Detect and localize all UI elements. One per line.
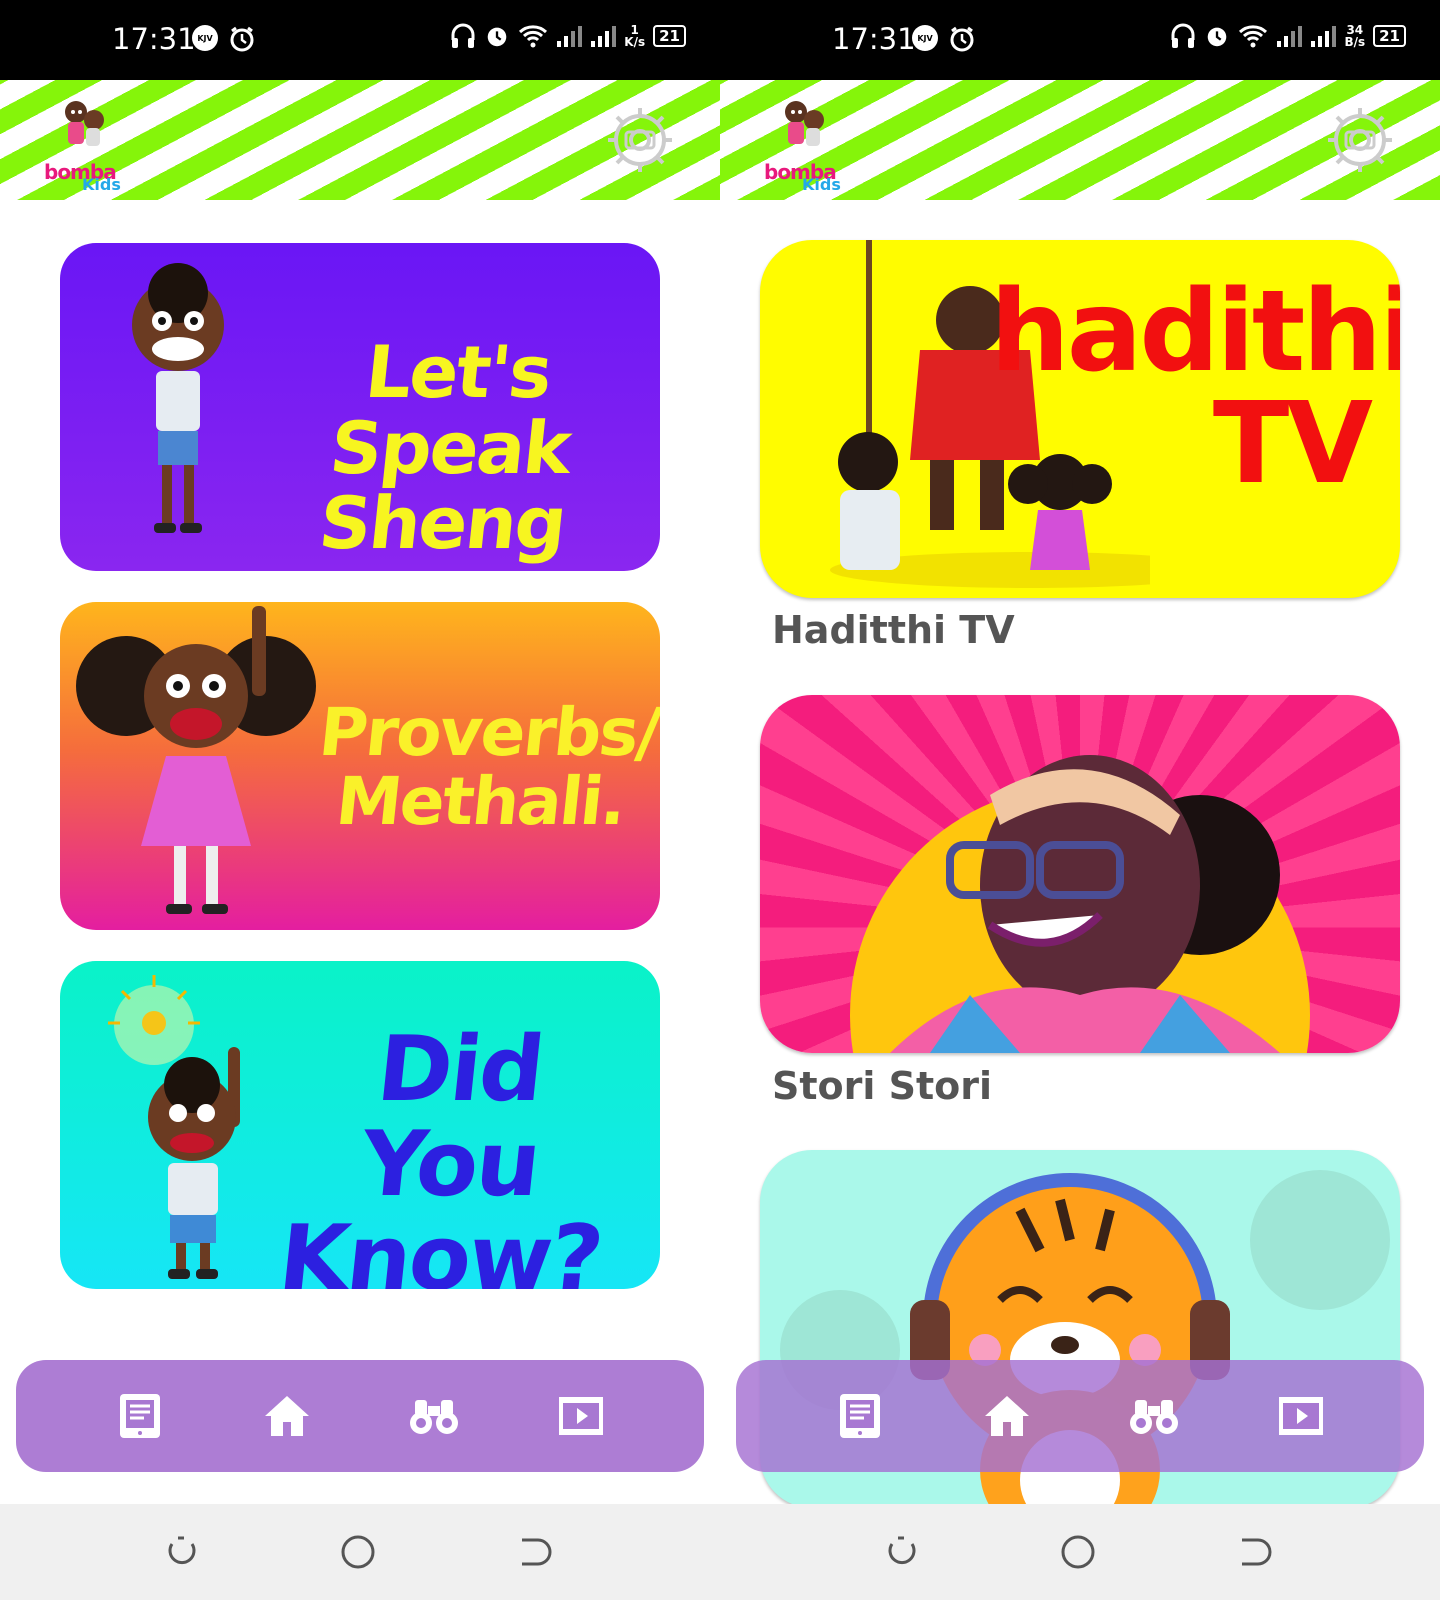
alarm-icon: [950, 26, 974, 52]
back-icon[interactable]: [516, 1534, 552, 1570]
nav-home-button[interactable]: [979, 1388, 1035, 1444]
hadithi-tv-label[interactable]: Haditthi TV: [772, 608, 1015, 652]
alarm-icon: [230, 26, 254, 52]
book-icon: [839, 1394, 880, 1438]
wifi-icon: [519, 25, 548, 48]
logo-kids-illustration: [65, 101, 104, 146]
status-bar: 17:31 KJV 34 B/s 21: [720, 0, 1440, 80]
back-icon[interactable]: [1236, 1534, 1272, 1570]
home-circle-icon[interactable]: [1060, 1534, 1096, 1570]
card-title-line2: Know?: [274, 1206, 607, 1289]
did-you-know-card[interactable]: Did You Know?: [60, 961, 660, 1289]
logo-kids-illustration: [785, 101, 824, 146]
bomba-kids-logo[interactable]: bomba Kids: [44, 98, 126, 194]
home-circle-icon[interactable]: [340, 1534, 376, 1570]
app-header: bomba Kids: [720, 80, 1440, 200]
boy-lightbulb-illustration: [108, 975, 240, 1279]
video-icon: [558, 1397, 603, 1435]
network-rate: 34 B/s: [1344, 23, 1366, 49]
status-time: 17:31: [832, 22, 916, 56]
hadithi-title-line2: TV: [1212, 379, 1373, 509]
stori-stori-card[interactable]: [760, 695, 1400, 1053]
girl-illustration: [76, 606, 316, 914]
card-title-line2: Methali.: [332, 763, 629, 841]
signal-icon: [1311, 26, 1337, 47]
system-navigation-bar: [720, 1504, 1440, 1600]
recent-apps-icon[interactable]: [164, 1534, 200, 1570]
card-title-line1: Proverbs/: [315, 694, 660, 771]
binoculars-icon: [1129, 1400, 1178, 1434]
storyteller-woman-illustration: [850, 755, 1310, 1053]
bottom-navigation: [736, 1360, 1424, 1472]
home-icon: [264, 1396, 309, 1436]
video-icon: [1278, 1397, 1323, 1435]
alarm-icon: [1208, 27, 1227, 47]
card-title-line1: Did You: [356, 1017, 548, 1217]
bottom-navigation: [16, 1360, 704, 1472]
boy-illustration: [132, 263, 224, 533]
nav-explore-button[interactable]: [1126, 1388, 1182, 1444]
alarm-icon: [488, 27, 507, 47]
system-navigation-bar: [0, 1504, 720, 1600]
card-title-line2: Sheng: [315, 481, 569, 566]
logo-subtext: Kids: [802, 175, 841, 194]
kjv-app-icon: KJV: [192, 25, 218, 51]
gear-icon[interactable]: [1324, 104, 1396, 176]
logo-subtext: Kids: [82, 175, 121, 194]
left-screen: 17:31 KJV 1 K/s 21 bomba Kids Let's Spea…: [0, 0, 720, 1600]
status-bar: 17:31 KJV 1 K/s 21: [0, 0, 720, 80]
nav-books-button[interactable]: [832, 1388, 888, 1444]
nav-books-button[interactable]: [112, 1388, 168, 1444]
nav-videos-button[interactable]: [553, 1388, 609, 1444]
home-icon: [984, 1396, 1029, 1436]
hadithi-tv-card[interactable]: hadithi TV: [760, 240, 1400, 598]
battery-indicator: 21: [1373, 25, 1406, 47]
nav-home-button[interactable]: [259, 1388, 315, 1444]
hadithi-title-line1: hadithi: [990, 267, 1400, 397]
wifi-icon: [1239, 25, 1268, 48]
network-rate: 1 K/s: [624, 23, 646, 49]
app-header: bomba Kids: [0, 80, 720, 200]
headphones-icon: [451, 23, 475, 48]
nav-explore-button[interactable]: [406, 1388, 462, 1444]
signal-icon: [591, 26, 617, 47]
app-screens: 17:31 KJV 1 K/s 21 bomba Kids Let's Spea…: [0, 0, 1440, 1600]
card-title-line1: Let's Speak: [326, 330, 574, 490]
bomba-kids-logo[interactable]: bomba Kids: [764, 98, 846, 194]
book-icon: [119, 1394, 160, 1438]
stori-stori-label[interactable]: Stori Stori: [772, 1064, 992, 1108]
battery-indicator: 21: [653, 25, 686, 47]
binoculars-icon: [409, 1400, 458, 1434]
signal-icon: [1277, 26, 1303, 47]
signal-icon: [557, 26, 583, 47]
lets-speak-sheng-card[interactable]: Let's Speak Sheng: [60, 243, 660, 571]
recent-apps-icon[interactable]: [884, 1534, 920, 1570]
gear-icon[interactable]: [604, 104, 676, 176]
status-time: 17:31: [112, 22, 196, 56]
proverbs-methali-card[interactable]: Proverbs/ Methali.: [60, 602, 660, 930]
kjv-app-icon: KJV: [912, 25, 938, 51]
right-screen: 17:31 KJV 34 B/s 21 bomba Kids hadithi T…: [720, 0, 1440, 1600]
headphones-icon: [1171, 23, 1195, 48]
nav-videos-button[interactable]: [1273, 1388, 1329, 1444]
